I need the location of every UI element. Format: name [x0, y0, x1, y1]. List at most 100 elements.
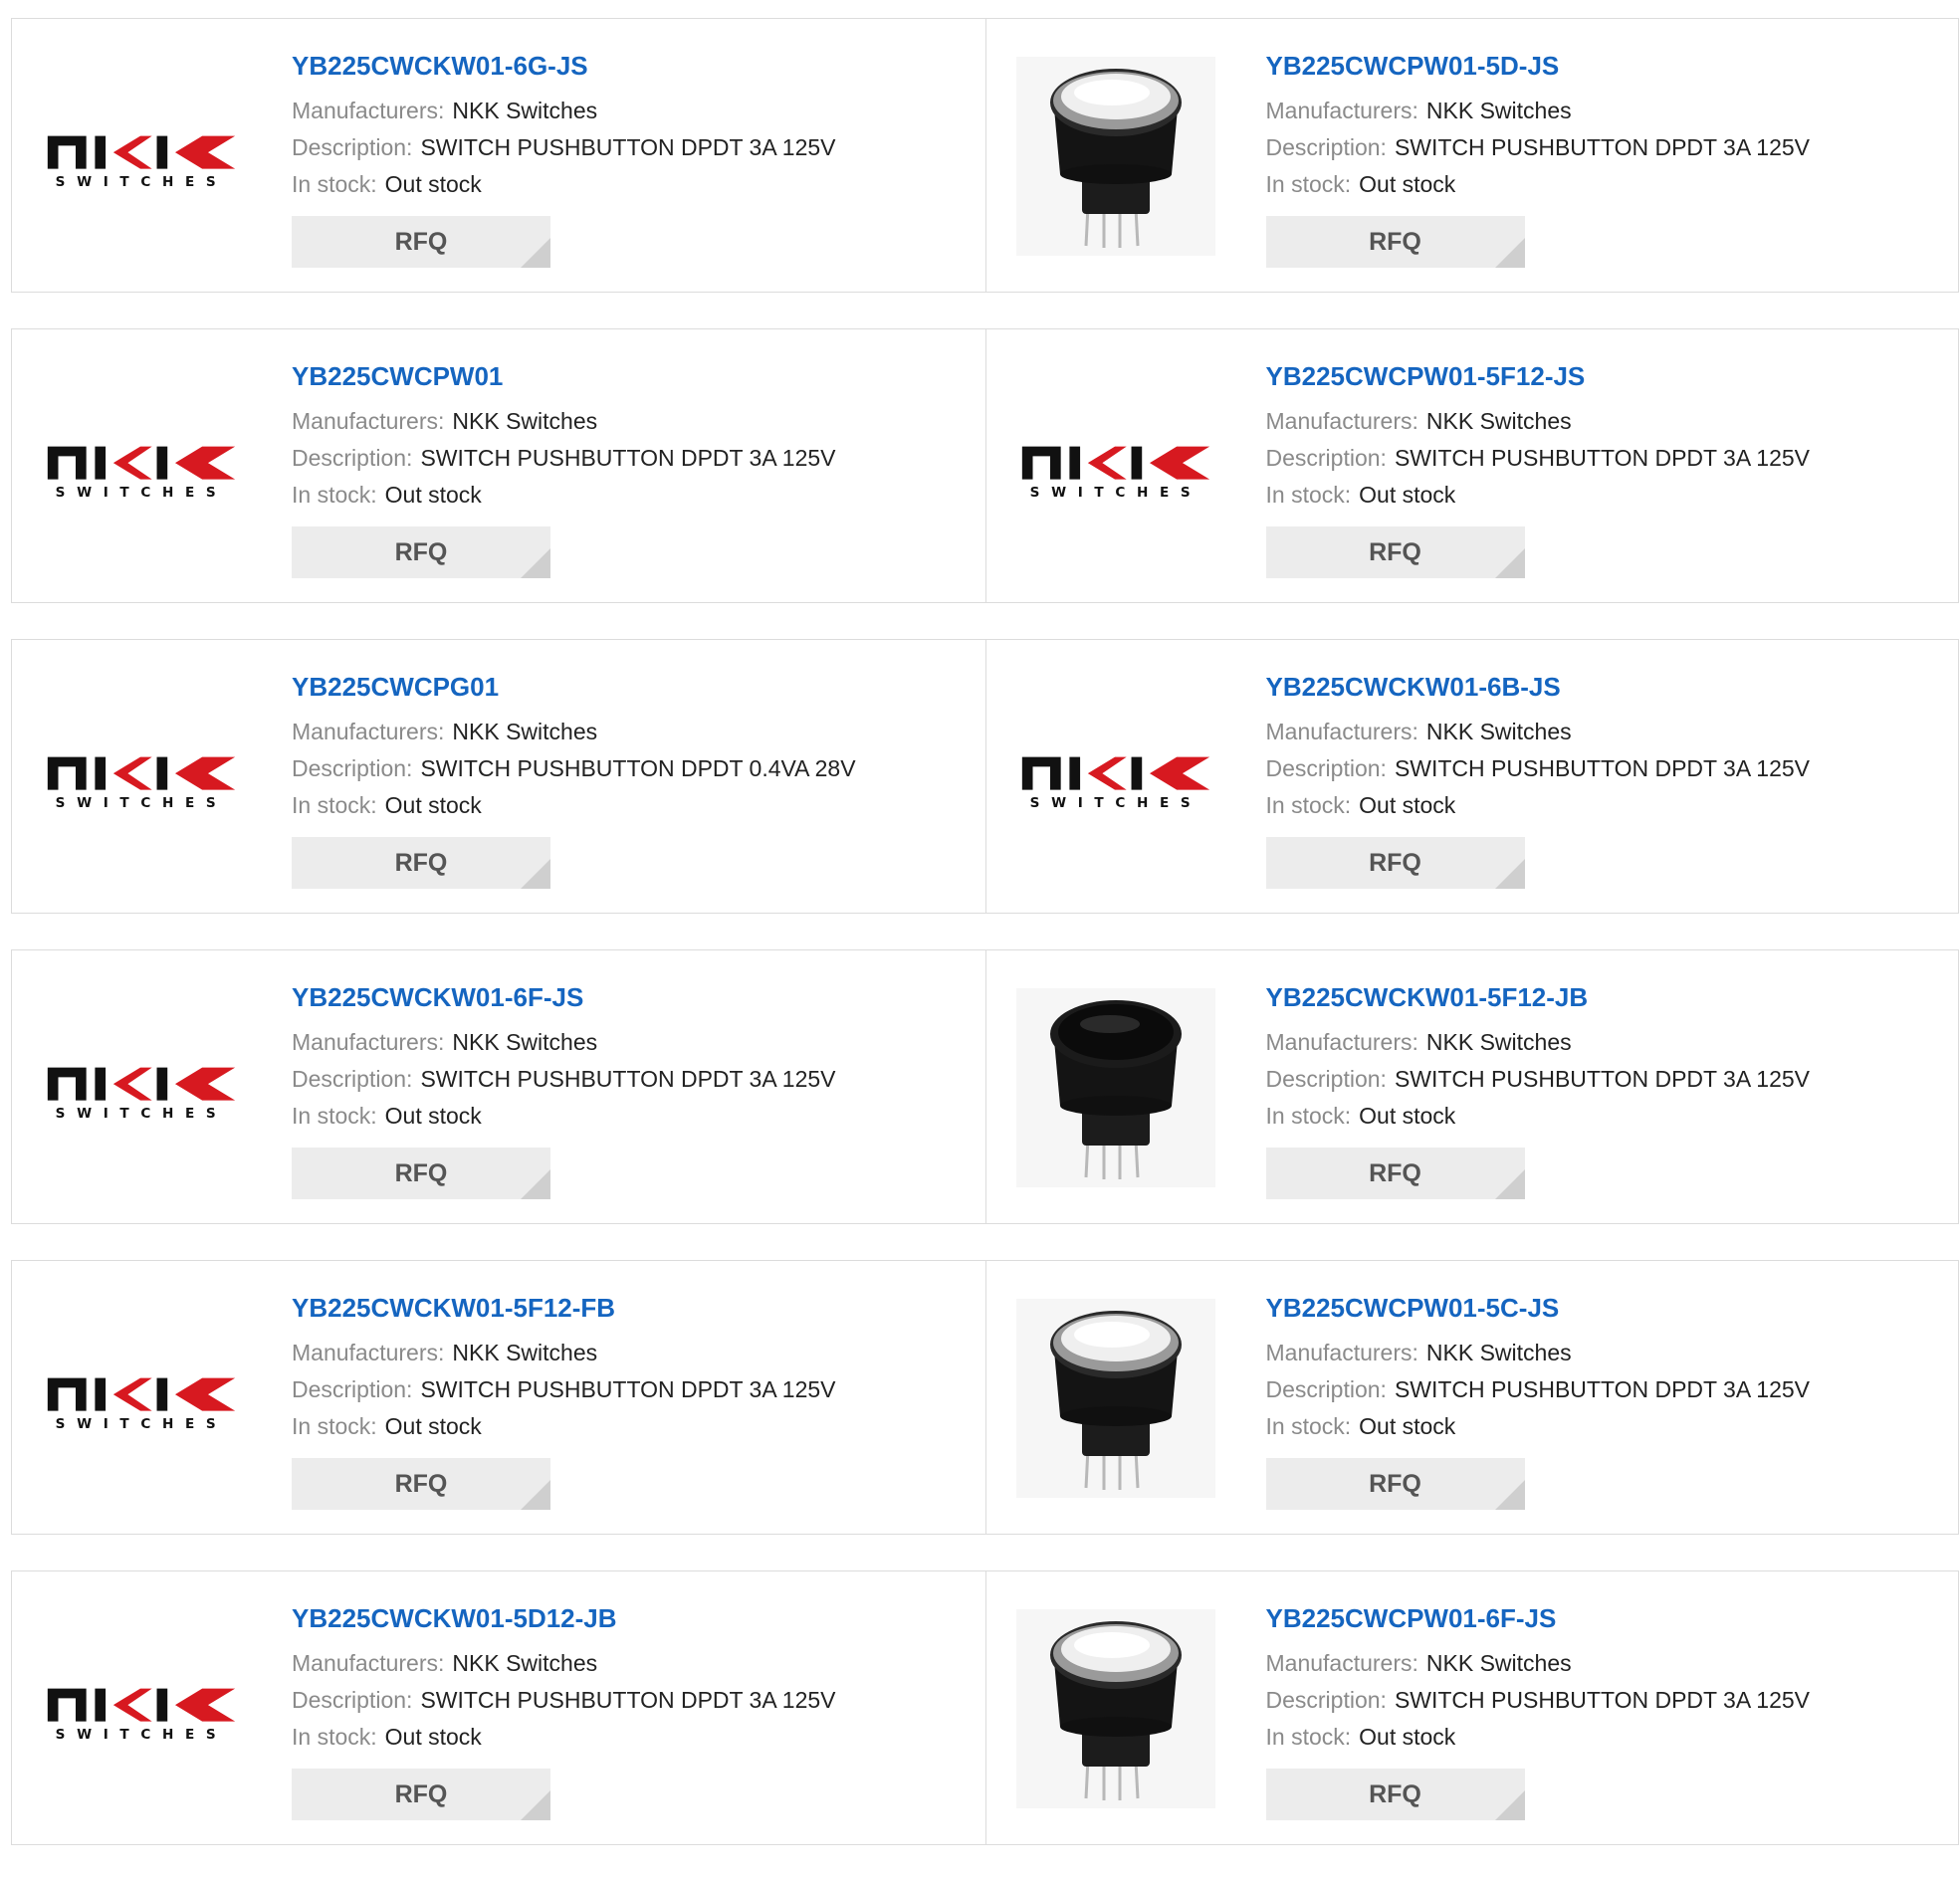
stock-label: In stock: [1265, 1103, 1352, 1129]
manufacturer-line: Manufacturers: NKK Switches [292, 1645, 976, 1682]
description-line: Description: SWITCH PUSHBUTTON DPDT 3A 12… [1266, 129, 1949, 166]
product-card: SWITCHES YB225CWCPW01 Manufacturers: NKK S… [12, 329, 985, 602]
rfq-button[interactable]: RFQ [1265, 1148, 1525, 1199]
description-value: SWITCH PUSHBUTTON DPDT 3A 125V [420, 1376, 836, 1402]
description-line: Description: SWITCH PUSHBUTTON DPDT 3A 12… [292, 129, 976, 166]
logo-text: SWITCHES [1029, 795, 1201, 811]
part-number-link[interactable]: YB225CWCKW01-5F12-FB [292, 1291, 976, 1325]
rfq-button[interactable]: RFQ [1265, 1769, 1525, 1820]
rfq-button[interactable]: RFQ [1265, 216, 1525, 268]
manufacturer-label: Manufacturers: [292, 408, 445, 434]
manufacturer-value: NKK Switches [452, 1029, 598, 1055]
part-number-link[interactable]: YB225CWCKW01-6B-JS [1266, 670, 1949, 704]
stock-value: Out stock [384, 1413, 482, 1439]
product-info: YB225CWCKW01-6F-JS Manufacturers: NKK Swit… [292, 980, 976, 1199]
product-card: SWITCHES YB225CWCPG01 Manufacturers: NKK S… [12, 640, 985, 913]
manufacturer-label: Manufacturers: [292, 1650, 445, 1676]
logo-text: SWITCHES [56, 795, 228, 811]
pushbutton-white-icon [1015, 57, 1215, 256]
stock-value: Out stock [384, 1103, 482, 1129]
product-row: SWITCHES YB225CWCKW01-5F12-FB Manufacture… [11, 1260, 1959, 1535]
description-line: Description: SWITCH PUSHBUTTON DPDT 3A 12… [1266, 1061, 1949, 1098]
product-image[interactable]: SWITCHES [42, 1609, 241, 1808]
logo-text: SWITCHES [56, 1416, 228, 1432]
manufacturer-line: Manufacturers: NKK Switches [1266, 1335, 1949, 1371]
part-number-link[interactable]: YB225CWCPW01-5F12-JS [1266, 359, 1949, 393]
rfq-label: RFQ [1369, 228, 1421, 256]
rfq-corner-decoration [1494, 238, 1525, 268]
product-row: SWITCHES YB225CWCKW01-6F-JS Manufacturers… [11, 949, 1959, 1224]
stock-label: In stock: [292, 171, 377, 197]
rfq-button[interactable]: RFQ [292, 1148, 550, 1199]
manufacturer-label: Manufacturers: [1265, 408, 1418, 434]
product-row: SWITCHES YB225CWCKW01-5D12-JB Manufacture… [11, 1570, 1959, 1845]
stock-label: In stock: [292, 482, 377, 508]
rfq-button[interactable]: RFQ [292, 1458, 550, 1510]
rfq-button[interactable]: RFQ [1265, 1458, 1525, 1510]
rfq-button[interactable]: RFQ [1265, 837, 1525, 889]
product-image[interactable]: SWITCHES [1016, 367, 1215, 566]
product-image[interactable] [1015, 1299, 1215, 1498]
manufacturer-line: Manufacturers: NKK Switches [1266, 1645, 1949, 1682]
manufacturer-line: Manufacturers: NKK Switches [292, 93, 976, 129]
rfq-button[interactable]: RFQ [292, 1769, 550, 1820]
part-number-link[interactable]: YB225CWCKW01-5F12-JB [1266, 980, 1949, 1014]
description-label: Description: [292, 1376, 413, 1402]
pushbutton-white-icon [1015, 1299, 1215, 1498]
part-number-link[interactable]: YB225CWCPW01 [292, 359, 976, 393]
product-image[interactable] [1015, 57, 1215, 256]
description-label: Description: [1265, 755, 1387, 781]
part-number-link[interactable]: YB225CWCPW01-5D-JS [1266, 49, 1949, 83]
description-label: Description: [1265, 134, 1387, 160]
stock-value: Out stock [384, 1724, 482, 1750]
manufacturer-value: NKK Switches [1425, 719, 1572, 744]
rfq-label: RFQ [394, 538, 448, 566]
part-number-link[interactable]: YB225CWCKW01-6F-JS [292, 980, 976, 1014]
product-info: YB225CWCKW01-6B-JS Manufacturers: NKK Swit… [1265, 670, 1949, 889]
rfq-label: RFQ [1369, 538, 1421, 566]
product-info: YB225CWCPW01-6F-JS Manufacturers: NKK Swit… [1265, 1601, 1949, 1820]
product-card: YB225CWCKW01-5F12-JB Manufacturers: NKK Sw… [984, 950, 1959, 1223]
stock-label: In stock: [292, 1413, 377, 1439]
manufacturer-value: NKK Switches [1425, 98, 1572, 123]
part-number-link[interactable]: YB225CWCKW01-6G-JS [292, 49, 976, 83]
rfq-button[interactable]: RFQ [1265, 526, 1525, 578]
product-image[interactable]: SWITCHES [42, 57, 241, 256]
part-number-link[interactable]: YB225CWCPW01-6F-JS [1266, 1601, 1949, 1635]
rfq-label: RFQ [394, 1780, 448, 1808]
product-image[interactable]: SWITCHES [42, 1299, 241, 1498]
product-info: YB225CWCKW01-5F12-JB Manufacturers: NKK Sw… [1265, 980, 1949, 1199]
part-number-link[interactable]: YB225CWCPW01-5C-JS [1266, 1291, 1949, 1325]
rfq-label: RFQ [1369, 849, 1421, 877]
rfq-corner-decoration [521, 859, 550, 889]
part-number-link[interactable]: YB225CWCPG01 [292, 670, 976, 704]
rfq-label: RFQ [394, 849, 448, 877]
rfq-label: RFQ [1369, 1159, 1421, 1187]
product-image[interactable] [1015, 1609, 1215, 1808]
product-image[interactable]: SWITCHES [42, 678, 241, 877]
description-line: Description: SWITCH PUSHBUTTON DPDT 3A 12… [1266, 440, 1949, 477]
stock-line: In stock: Out stock [292, 1719, 976, 1756]
rfq-label: RFQ [1369, 1470, 1421, 1498]
description-value: SWITCH PUSHBUTTON DPDT 3A 125V [1394, 1376, 1811, 1402]
product-grid: SWITCHES YB225CWCKW01-6G-JS Manufacturers… [11, 18, 1959, 1881]
description-line: Description: SWITCH PUSHBUTTON DPDT 3A 12… [292, 1371, 976, 1408]
product-image[interactable]: SWITCHES [1016, 678, 1215, 877]
product-image[interactable] [1015, 988, 1215, 1187]
stock-label: In stock: [1265, 792, 1352, 818]
product-image[interactable]: SWITCHES [42, 367, 241, 566]
product-card: SWITCHES YB225CWCKW01-5D12-JB Manufacture… [12, 1571, 985, 1844]
stock-label: In stock: [292, 792, 377, 818]
part-number-link[interactable]: YB225CWCKW01-5D12-JB [292, 1601, 976, 1635]
rfq-button[interactable]: RFQ [292, 837, 550, 889]
stock-label: In stock: [1265, 171, 1352, 197]
stock-line: In stock: Out stock [1266, 787, 1949, 824]
stock-label: In stock: [1265, 482, 1352, 508]
rfq-button[interactable]: RFQ [292, 526, 550, 578]
manufacturer-label: Manufacturers: [292, 719, 445, 744]
rfq-button[interactable]: RFQ [292, 216, 550, 268]
description-value: SWITCH PUSHBUTTON DPDT 3A 125V [420, 134, 836, 160]
product-image[interactable]: SWITCHES [42, 988, 241, 1187]
description-label: Description: [292, 134, 413, 160]
rfq-corner-decoration [1494, 859, 1525, 889]
